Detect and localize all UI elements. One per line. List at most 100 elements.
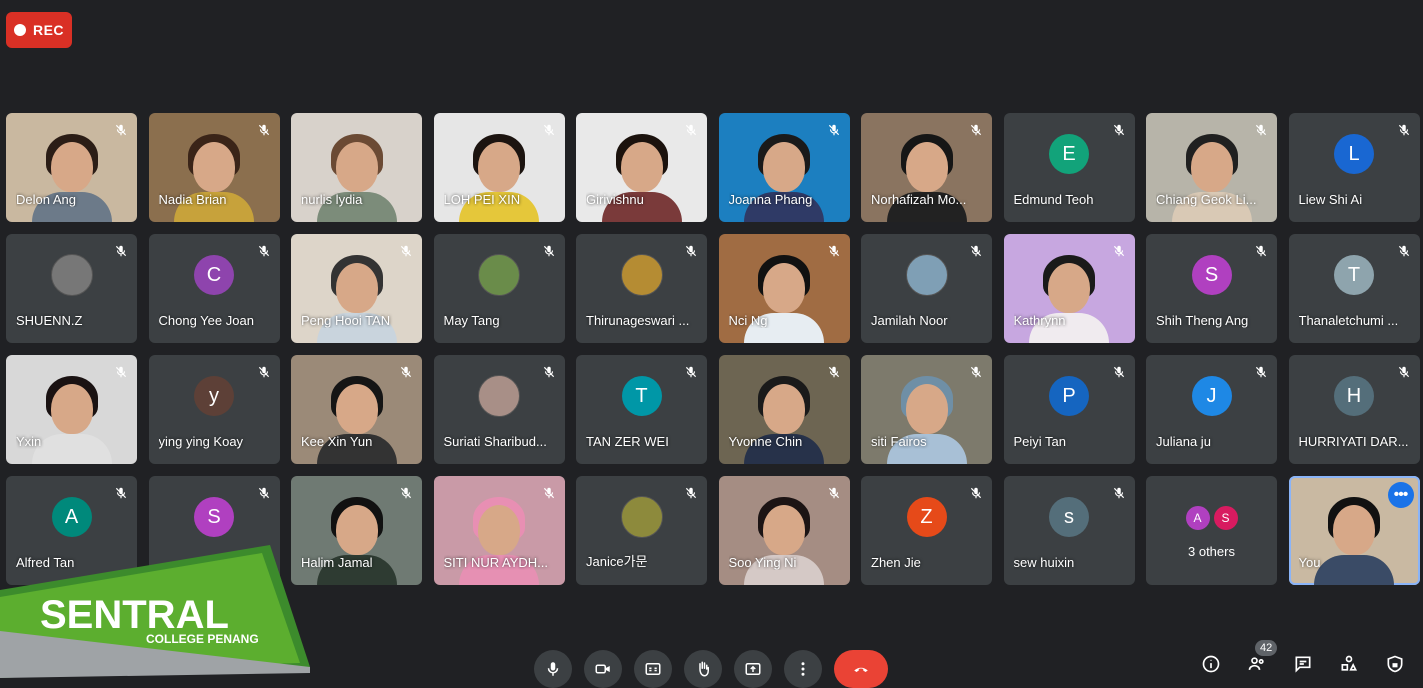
participant-tile[interactable]: Soo Ying Ni <box>718 476 850 585</box>
participant-tile[interactable]: Peng Hooi TAN <box>291 234 422 343</box>
participant-avatar <box>478 375 520 418</box>
participant-tile[interactable]: May Tang <box>433 234 565 343</box>
participant-video <box>1314 493 1394 585</box>
muted-mic-icon <box>539 120 559 140</box>
more-options-button[interactable] <box>784 650 822 688</box>
participant-tile[interactable]: E Edmund Teoh <box>1003 113 1135 222</box>
participant-video <box>744 251 824 343</box>
participant-tile[interactable]: AS 3 others <box>1146 476 1277 585</box>
participant-tile[interactable]: Girivishnu <box>576 113 707 222</box>
participant-avatar <box>478 254 520 297</box>
participant-grid: Delon Ang Nadia Brian nurlis lydia LOH PEI … <box>6 113 1420 585</box>
chat-button[interactable] <box>1291 652 1315 676</box>
muted-mic-icon <box>824 362 844 382</box>
participant-tile[interactable]: P Peiyi Tan <box>1003 355 1135 464</box>
present-button[interactable] <box>734 650 772 688</box>
participant-tile[interactable]: Janice가문 <box>576 476 707 585</box>
participant-tile[interactable]: S Shih Theng Ang <box>1146 234 1277 343</box>
muted-mic-icon <box>539 483 559 503</box>
muted-mic-icon <box>1109 241 1129 261</box>
participant-tile[interactable]: SHUENN.Z <box>6 234 137 343</box>
camera-button[interactable] <box>584 650 622 688</box>
participant-video <box>744 130 824 222</box>
participant-name: LOH PEI XIN <box>443 192 521 207</box>
participant-tile[interactable]: Z Zhen Jie <box>861 476 992 585</box>
meeting-info-button[interactable] <box>1199 652 1223 676</box>
participant-tile[interactable]: Norhafizah Mo... <box>861 113 992 222</box>
participant-tile[interactable]: J Juliana ju <box>1146 355 1277 464</box>
logo-subtitle: COLLEGE PENANG <box>146 632 259 646</box>
mic-button[interactable] <box>534 650 572 688</box>
participant-tile[interactable]: You ••• <box>1288 476 1420 585</box>
participant-tile[interactable]: Yxin <box>6 355 137 464</box>
participant-tile[interactable]: C Chong Yee Joan <box>148 234 280 343</box>
participant-tile[interactable]: LOH PEI XIN <box>433 113 565 222</box>
participant-tile[interactable]: Kathrynn <box>1003 234 1135 343</box>
participant-avatar <box>620 496 663 539</box>
raise-hand-button[interactable] <box>684 650 722 688</box>
participant-name: Delon Ang <box>16 192 76 207</box>
participant-tile[interactable]: Chiang Geok Li... <box>1146 113 1277 222</box>
participant-avatar: y <box>194 376 234 417</box>
self-more-options-button[interactable]: ••• <box>1387 482 1414 508</box>
participant-name: Yvonne Chin <box>728 434 803 449</box>
participant-tile[interactable]: L Liew Shi Ai <box>1288 113 1420 222</box>
participant-name: nurlis lydia <box>301 192 363 207</box>
participant-tile[interactable]: s sew huixin <box>1003 476 1135 585</box>
participant-name: ying ying Koay <box>158 434 244 449</box>
people-button[interactable]: 42 <box>1245 640 1278 676</box>
muted-mic-icon <box>539 241 559 261</box>
participant-video <box>174 130 254 222</box>
muted-mic-icon <box>1394 362 1414 382</box>
participant-tile[interactable]: T TAN ZER WEI <box>576 355 707 464</box>
participant-video <box>459 493 539 585</box>
muted-mic-icon <box>681 362 701 382</box>
participant-tile[interactable]: Joanna Phang <box>718 113 850 222</box>
participant-tile[interactable]: Kee Xin Yun <box>291 355 422 464</box>
participant-avatar: S <box>1213 506 1238 530</box>
participant-tile[interactable]: T Thanaletchumi ... <box>1288 234 1420 343</box>
participant-tile[interactable]: Yvonne Chin <box>718 355 850 464</box>
people-count-badge: 42 <box>1255 640 1278 656</box>
participant-name: Chong Yee Joan <box>158 313 254 328</box>
info-icon <box>1202 655 1220 673</box>
muted-mic-icon <box>111 241 131 261</box>
activities-button[interactable] <box>1337 652 1361 676</box>
participant-name: Joanna Phang <box>728 192 813 207</box>
end-call-button[interactable] <box>834 650 888 688</box>
participant-tile[interactable]: H HURRIYATI DAR... <box>1288 355 1420 464</box>
participant-tile[interactable]: siti Fairos <box>861 355 992 464</box>
captions-button[interactable] <box>634 650 672 688</box>
participant-video <box>886 372 967 464</box>
participant-avatar: E <box>1049 134 1089 175</box>
participant-tile[interactable]: y ying ying Koay <box>148 355 280 464</box>
participant-avatar: C <box>194 255 234 296</box>
participant-avatar: L <box>1334 134 1374 175</box>
participant-avatar: P <box>1049 376 1089 417</box>
rec-label: REC <box>32 22 65 38</box>
participant-tile[interactable]: SITI NUR AYDH... <box>433 476 565 585</box>
participant-avatar: H <box>1334 376 1374 417</box>
muted-mic-icon <box>1251 241 1271 261</box>
participant-name: Peng Hooi TAN <box>301 313 391 328</box>
participant-video <box>744 493 824 585</box>
muted-mic-icon <box>966 120 986 140</box>
participant-tile[interactable]: Nci Ng <box>718 234 850 343</box>
participant-tile[interactable]: Delon Ang <box>6 113 137 222</box>
participant-video <box>601 130 682 222</box>
participant-name: You <box>1298 555 1321 570</box>
activities-icon <box>1341 655 1358 671</box>
participant-name: Zhen Jie <box>871 555 921 570</box>
participant-tile[interactable]: Jamilah Noor <box>861 234 992 343</box>
participant-tile[interactable]: Nadia Brian <box>148 113 280 222</box>
participant-tile[interactable]: Thirunageswari ... <box>576 234 707 343</box>
participant-video <box>31 130 112 222</box>
muted-mic-icon <box>966 241 986 261</box>
participant-tile[interactable]: Suriati Sharibud... <box>433 355 565 464</box>
host-controls-button[interactable] <box>1383 652 1407 676</box>
chat-icon <box>1295 656 1311 673</box>
participant-tile[interactable]: nurlis lydia <box>291 113 422 222</box>
muted-mic-icon <box>681 483 701 503</box>
participant-tile[interactable]: Halim Jamal <box>291 476 422 585</box>
participant-avatar: Z <box>906 497 947 538</box>
